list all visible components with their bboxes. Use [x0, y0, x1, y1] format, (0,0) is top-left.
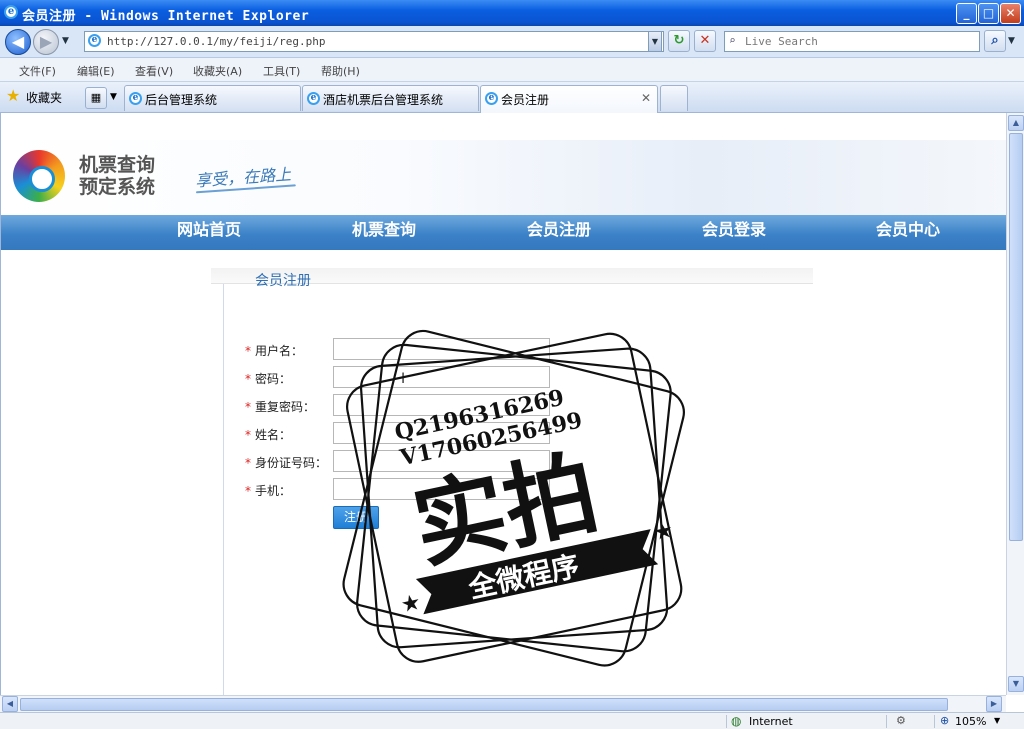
- status-divider: [934, 715, 935, 728]
- section-title: 会员注册: [255, 273, 311, 289]
- refresh-button[interactable]: ↻: [668, 30, 690, 52]
- tab-member-register[interactable]: e 会员注册 ✕: [480, 85, 658, 113]
- label-text: 重复密码：: [255, 400, 316, 414]
- scroll-up-icon[interactable]: ▲: [1008, 115, 1024, 131]
- menu-tools[interactable]: 工具(T): [263, 63, 300, 79]
- required-mark: *: [245, 484, 251, 498]
- tab-list-dropdown-icon[interactable]: ▼: [110, 92, 117, 102]
- search-placeholder: Live Search: [745, 35, 818, 48]
- zoom-level[interactable]: 105%: [955, 715, 986, 728]
- status-bar: ◍ Internet ⚙ ⊕ 105% ▼: [0, 712, 1024, 729]
- search-go-button[interactable]: ⌕: [984, 30, 1006, 52]
- password-label: * 密码：: [245, 370, 291, 387]
- main-nav: 网站首页 机票查询 会员注册 会员登录 会员中心: [1, 215, 1006, 250]
- tab-bar: ★ 收藏夹 ▦ ▼ e 后台管理系统 e 酒店机票后台管理系统 e 会员注册 ✕: [0, 82, 1024, 113]
- window-title-bar: e 会员注册 - Windows Internet Explorer _ □ ✕: [0, 0, 1024, 26]
- menu-bar: 文件(F) 编辑(E) 查看(V) 收藏夹(A) 工具(T) 帮助(H): [0, 58, 1024, 82]
- tab-label: 会员注册: [501, 93, 550, 107]
- security-zone: Internet: [749, 715, 793, 728]
- url-text: http://127.0.0.1/my/feiji/reg.php: [107, 35, 326, 48]
- url-dropdown-button[interactable]: ▼: [648, 31, 662, 52]
- site-slogan: 享受，在路上: [194, 161, 292, 192]
- site-header: 机票查询 预定系统 享受，在路上: [1, 140, 1006, 215]
- protected-mode-icon[interactable]: ⚙: [896, 714, 906, 727]
- horizontal-scrollbar[interactable]: ◀ ▶: [0, 695, 1006, 712]
- url-input[interactable]: e http://127.0.0.1/my/feiji/reg.php: [84, 31, 664, 52]
- required-mark: *: [245, 456, 251, 470]
- globe-icon: ◍: [731, 714, 742, 728]
- label-text: 身份证号码：: [255, 456, 328, 470]
- logo-line-1: 机票查询: [79, 154, 156, 176]
- logo-line-2: 预定系统: [79, 176, 156, 198]
- stop-button[interactable]: ✕: [694, 30, 716, 52]
- real-name-label: * 姓名：: [245, 426, 291, 443]
- page-viewport: 机票查询 预定系统 享受，在路上 网站首页 机票查询 会员注册 会员登录 会员中…: [0, 113, 1006, 695]
- menu-help[interactable]: 帮助(H): [321, 63, 360, 79]
- phone-label: * 手机：: [245, 482, 291, 499]
- nav-flight-search[interactable]: 机票查询: [352, 215, 416, 250]
- menu-edit[interactable]: 编辑(E): [77, 63, 115, 79]
- site-logo-text: 机票查询 预定系统: [79, 154, 155, 198]
- back-button[interactable]: ◀: [5, 29, 31, 55]
- tab-label: 后台管理系统: [145, 93, 218, 107]
- nav-login[interactable]: 会员登录: [702, 215, 766, 250]
- search-icon: ⌕: [729, 34, 736, 47]
- tab-page-icon: e: [129, 92, 142, 105]
- menu-file[interactable]: 文件(F): [19, 63, 56, 79]
- forward-button[interactable]: ▶: [33, 29, 59, 55]
- history-dropdown-icon[interactable]: ▼: [62, 36, 69, 46]
- vertical-scroll-thumb[interactable]: [1009, 133, 1023, 541]
- maximize-button[interactable]: □: [978, 3, 999, 24]
- close-tab-icon[interactable]: ✕: [641, 91, 651, 105]
- zoom-dropdown-icon[interactable]: ▼: [994, 716, 1000, 725]
- site-logo-icon: [13, 150, 65, 202]
- label-text: 用户名：: [255, 344, 304, 358]
- vertical-scrollbar[interactable]: ▲ ▼: [1006, 113, 1024, 695]
- quick-tabs-icon[interactable]: ▦: [85, 87, 107, 109]
- menu-favorites[interactable]: 收藏夹(A): [193, 63, 242, 79]
- scroll-down-icon[interactable]: ▼: [1008, 676, 1024, 692]
- label-text: 姓名：: [255, 428, 292, 442]
- tab-page-icon: e: [307, 92, 320, 105]
- required-mark: *: [245, 428, 251, 442]
- close-window-button[interactable]: ✕: [1000, 3, 1021, 24]
- address-toolbar: ◀ ▶ ▼ e http://127.0.0.1/my/feiji/reg.ph…: [0, 26, 1024, 58]
- status-divider: [886, 715, 887, 728]
- content-divider: [223, 268, 224, 695]
- confirm-password-label: * 重复密码：: [245, 398, 315, 415]
- page-icon: e: [88, 34, 101, 47]
- id-number-label: * 身份证号码：: [245, 454, 327, 471]
- watermark-stamp: Q2196316269 V17060256499 实拍 全微程序 ★ ★: [342, 329, 685, 667]
- required-mark: *: [245, 344, 251, 358]
- tab-page-icon: e: [485, 92, 498, 105]
- minimize-button[interactable]: _: [956, 3, 977, 24]
- status-divider: [726, 715, 727, 728]
- star-right-icon: ★: [651, 518, 676, 547]
- scroll-right-icon[interactable]: ▶: [986, 696, 1002, 712]
- nav-member-center[interactable]: 会员中心: [876, 215, 940, 250]
- search-input[interactable]: ⌕ Live Search: [724, 31, 980, 52]
- tab-label: 酒店机票后台管理系统: [323, 93, 444, 107]
- horizontal-scroll-thumb[interactable]: [20, 698, 948, 711]
- search-options-icon[interactable]: ▼: [1008, 36, 1015, 46]
- favorites-button[interactable]: 收藏夹: [26, 89, 62, 106]
- tab-hotel-flight-admin[interactable]: e 酒店机票后台管理系统: [302, 85, 479, 111]
- menu-view[interactable]: 查看(V): [135, 63, 173, 79]
- label-text: 密码：: [255, 372, 292, 386]
- nav-home[interactable]: 网站首页: [177, 215, 241, 250]
- zoom-icon[interactable]: ⊕: [940, 714, 949, 727]
- favorites-star-icon[interactable]: ★: [6, 86, 20, 105]
- label-text: 手机：: [255, 484, 292, 498]
- required-mark: *: [245, 400, 251, 414]
- ie-logo-icon: e: [4, 5, 18, 19]
- scroll-left-icon[interactable]: ◀: [2, 696, 18, 712]
- new-tab-button[interactable]: [660, 85, 688, 111]
- window-title: 会员注册 - Windows Internet Explorer: [22, 9, 310, 24]
- tab-backend-admin[interactable]: e 后台管理系统: [124, 85, 301, 111]
- nav-register[interactable]: 会员注册: [527, 215, 591, 250]
- required-mark: *: [245, 372, 251, 386]
- star-left-icon: ★: [399, 590, 424, 619]
- username-label: * 用户名：: [245, 342, 303, 359]
